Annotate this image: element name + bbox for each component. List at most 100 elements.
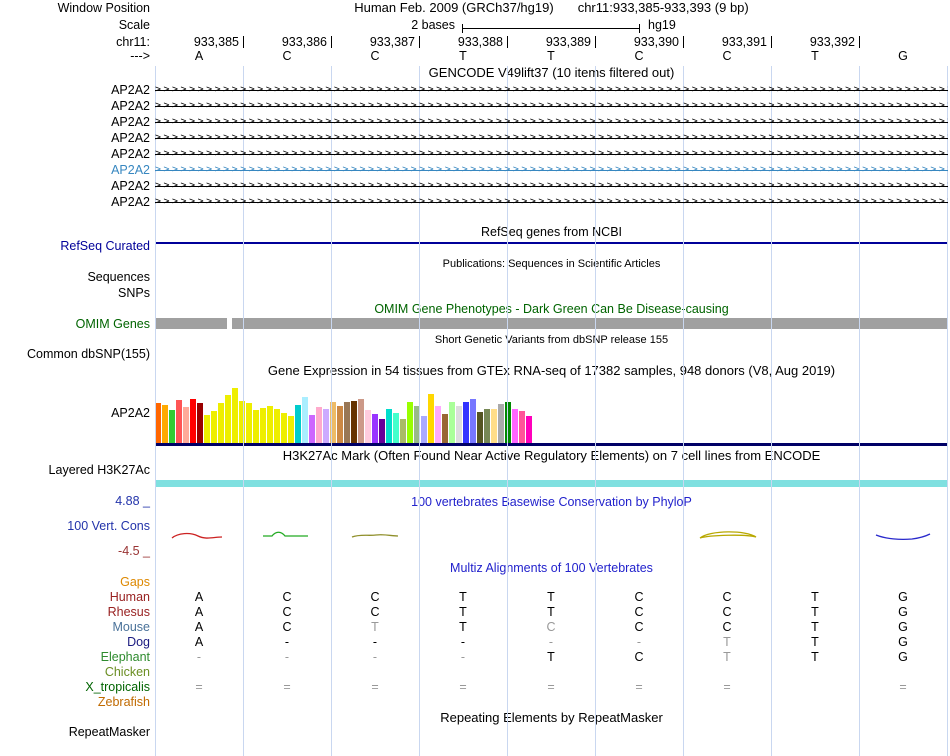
alignment-row[interactable]: ----TCTTG bbox=[155, 650, 948, 665]
gtex-expression-bar[interactable] bbox=[386, 409, 392, 443]
ruler-coordinate[interactable]: 933,391 bbox=[689, 35, 767, 49]
ruler-coordinate[interactable]: 933,390 bbox=[601, 35, 679, 49]
gtex-expression-bar[interactable] bbox=[267, 406, 273, 443]
gtex-expression-bar[interactable] bbox=[505, 402, 511, 443]
species-label[interactable]: Mouse bbox=[0, 620, 150, 634]
gtex-expression-bar[interactable] bbox=[246, 403, 252, 443]
gene-label[interactable]: AP2A2 bbox=[0, 131, 150, 145]
gtex-expression-bar[interactable] bbox=[393, 413, 399, 443]
gtex-expression-bar[interactable] bbox=[316, 407, 322, 443]
dbsnp-label[interactable]: Common dbSNP(155) bbox=[0, 347, 150, 361]
gtex-expression-bar[interactable] bbox=[491, 409, 497, 443]
gtex-expression-bar[interactable] bbox=[239, 401, 245, 443]
ruler-coordinate[interactable]: 933,387 bbox=[337, 35, 415, 49]
gtex-expression-bar[interactable] bbox=[400, 419, 406, 443]
omim-gene-bar[interactable] bbox=[155, 318, 227, 329]
gtex-expression-bar[interactable] bbox=[218, 403, 224, 443]
species-label[interactable]: Chicken bbox=[0, 665, 150, 679]
gtex-expression-bar[interactable] bbox=[169, 410, 175, 443]
species-label[interactable]: X_tropicalis bbox=[0, 680, 150, 694]
alignment-row[interactable] bbox=[155, 695, 948, 710]
alignment-row[interactable]: ACTTCCCTG bbox=[155, 620, 948, 635]
gtex-gene-label[interactable]: AP2A2 bbox=[0, 406, 150, 420]
ruler-coordinate[interactable]: 933,386 bbox=[249, 35, 327, 49]
gene-label[interactable]: AP2A2 bbox=[0, 99, 150, 113]
refseq-curated-track[interactable] bbox=[155, 242, 948, 244]
gtex-expression-bar[interactable] bbox=[197, 403, 203, 443]
gtex-expression-bar[interactable] bbox=[407, 402, 413, 443]
alignment-row[interactable]: = = = = = = = = bbox=[155, 680, 948, 695]
gene-label[interactable]: AP2A2 bbox=[0, 115, 150, 129]
gtex-expression-bar[interactable] bbox=[323, 409, 329, 443]
gtex-expression-bar[interactable] bbox=[295, 405, 301, 443]
gaps-label[interactable]: Gaps bbox=[0, 575, 150, 589]
gtex-expression-bar[interactable] bbox=[456, 406, 462, 443]
gene-transcript-row[interactable]: >>>>>>>>>>>>>>>>>>>>>>>>>>>>>>>>>>>>>>>>… bbox=[155, 194, 948, 210]
gtex-expression-bar[interactable] bbox=[498, 404, 504, 443]
gtex-expression-bar[interactable] bbox=[526, 416, 532, 443]
gene-label[interactable]: AP2A2 bbox=[0, 163, 150, 177]
gene-transcript-row[interactable]: >>>>>>>>>>>>>>>>>>>>>>>>>>>>>>>>>>>>>>>>… bbox=[155, 82, 948, 98]
species-label[interactable]: Rhesus bbox=[0, 605, 150, 619]
alignment-row[interactable]: ACCTTCCTG bbox=[155, 590, 948, 605]
gtex-expression-bar[interactable] bbox=[176, 400, 182, 443]
gtex-expression-bar[interactable] bbox=[512, 409, 518, 443]
ruler-coordinate[interactable]: 933,392 bbox=[777, 35, 855, 49]
species-label[interactable]: Zebrafish bbox=[0, 695, 150, 709]
gtex-expression-bar[interactable] bbox=[365, 410, 371, 443]
gtex-expression-bar[interactable] bbox=[435, 406, 441, 443]
gtex-expression-bar[interactable] bbox=[351, 401, 357, 443]
gtex-track-baseline[interactable] bbox=[155, 443, 948, 446]
gtex-expression-bar[interactable] bbox=[260, 408, 266, 443]
gene-transcript-row[interactable]: >>>>>>>>>>>>>>>>>>>>>>>>>>>>>>>>>>>>>>>>… bbox=[155, 114, 948, 130]
gtex-expression-bar[interactable] bbox=[358, 399, 364, 443]
gtex-expression-bar[interactable] bbox=[372, 414, 378, 443]
gtex-expression-bar[interactable] bbox=[470, 399, 476, 443]
ruler-coordinate[interactable]: 933,389 bbox=[513, 35, 591, 49]
snps-label[interactable]: SNPs bbox=[0, 286, 150, 300]
gtex-expression-bar[interactable] bbox=[274, 409, 280, 443]
gtex-expression-bar[interactable] bbox=[211, 411, 217, 443]
gene-transcript-row[interactable]: >>>>>>>>>>>>>>>>>>>>>>>>>>>>>>>>>>>>>>>>… bbox=[155, 178, 948, 194]
gene-label[interactable]: AP2A2 bbox=[0, 195, 150, 209]
gtex-expression-bar[interactable] bbox=[225, 395, 231, 443]
ruler-coordinate[interactable]: 933,388 bbox=[425, 35, 503, 49]
gtex-expression-bar[interactable] bbox=[302, 397, 308, 443]
gtex-expression-bar[interactable] bbox=[484, 409, 490, 443]
gtex-expression-bar[interactable] bbox=[442, 414, 448, 443]
gtex-expression-bar[interactable] bbox=[463, 402, 469, 443]
h3k27ac-label[interactable]: Layered H3K27Ac bbox=[0, 463, 150, 477]
omim-gene-bar[interactable] bbox=[232, 318, 948, 329]
gtex-expression-bar[interactable] bbox=[449, 402, 455, 443]
gtex-expression-bar[interactable] bbox=[519, 411, 525, 443]
omim-genes-label[interactable]: OMIM Genes bbox=[0, 317, 150, 331]
gene-label[interactable]: AP2A2 bbox=[0, 83, 150, 97]
repeatmasker-label[interactable]: RepeatMasker bbox=[0, 725, 150, 739]
gtex-expression-bar[interactable] bbox=[281, 413, 287, 443]
h3k27ac-signal-bar[interactable] bbox=[155, 480, 948, 487]
species-label[interactable]: Dog bbox=[0, 635, 150, 649]
gtex-expression-bar[interactable] bbox=[288, 416, 294, 443]
ruler-coordinate[interactable]: 933,385 bbox=[161, 35, 239, 49]
gtex-expression-bar[interactable] bbox=[232, 388, 238, 443]
gtex-expression-bar[interactable] bbox=[183, 407, 189, 443]
sequences-label[interactable]: Sequences bbox=[0, 270, 150, 284]
gene-transcript-row[interactable]: >>>>>>>>>>>>>>>>>>>>>>>>>>>>>>>>>>>>>>>>… bbox=[155, 98, 948, 114]
alignment-row[interactable] bbox=[155, 665, 948, 680]
gtex-expression-bar[interactable] bbox=[162, 405, 168, 443]
species-label[interactable]: Human bbox=[0, 590, 150, 604]
gene-label[interactable]: AP2A2 bbox=[0, 179, 150, 193]
gene-transcript-row[interactable]: >>>>>>>>>>>>>>>>>>>>>>>>>>>>>>>>>>>>>>>>… bbox=[155, 162, 948, 178]
gtex-expression-bar[interactable] bbox=[428, 394, 434, 443]
gtex-expression-bar[interactable] bbox=[379, 419, 385, 443]
alignment-row[interactable]: A-----TTG bbox=[155, 635, 948, 650]
refseq-curated-label[interactable]: RefSeq Curated bbox=[0, 239, 150, 253]
gtex-expression-bar[interactable] bbox=[421, 416, 427, 443]
gene-label[interactable]: AP2A2 bbox=[0, 147, 150, 161]
gtex-expression-bar[interactable] bbox=[204, 415, 210, 443]
gtex-expression-bar[interactable] bbox=[190, 399, 196, 443]
gtex-expression-bar[interactable] bbox=[477, 412, 483, 443]
gene-transcript-row[interactable]: >>>>>>>>>>>>>>>>>>>>>>>>>>>>>>>>>>>>>>>>… bbox=[155, 130, 948, 146]
gtex-expression-bar[interactable] bbox=[253, 410, 259, 443]
gtex-expression-bar[interactable] bbox=[344, 402, 350, 443]
